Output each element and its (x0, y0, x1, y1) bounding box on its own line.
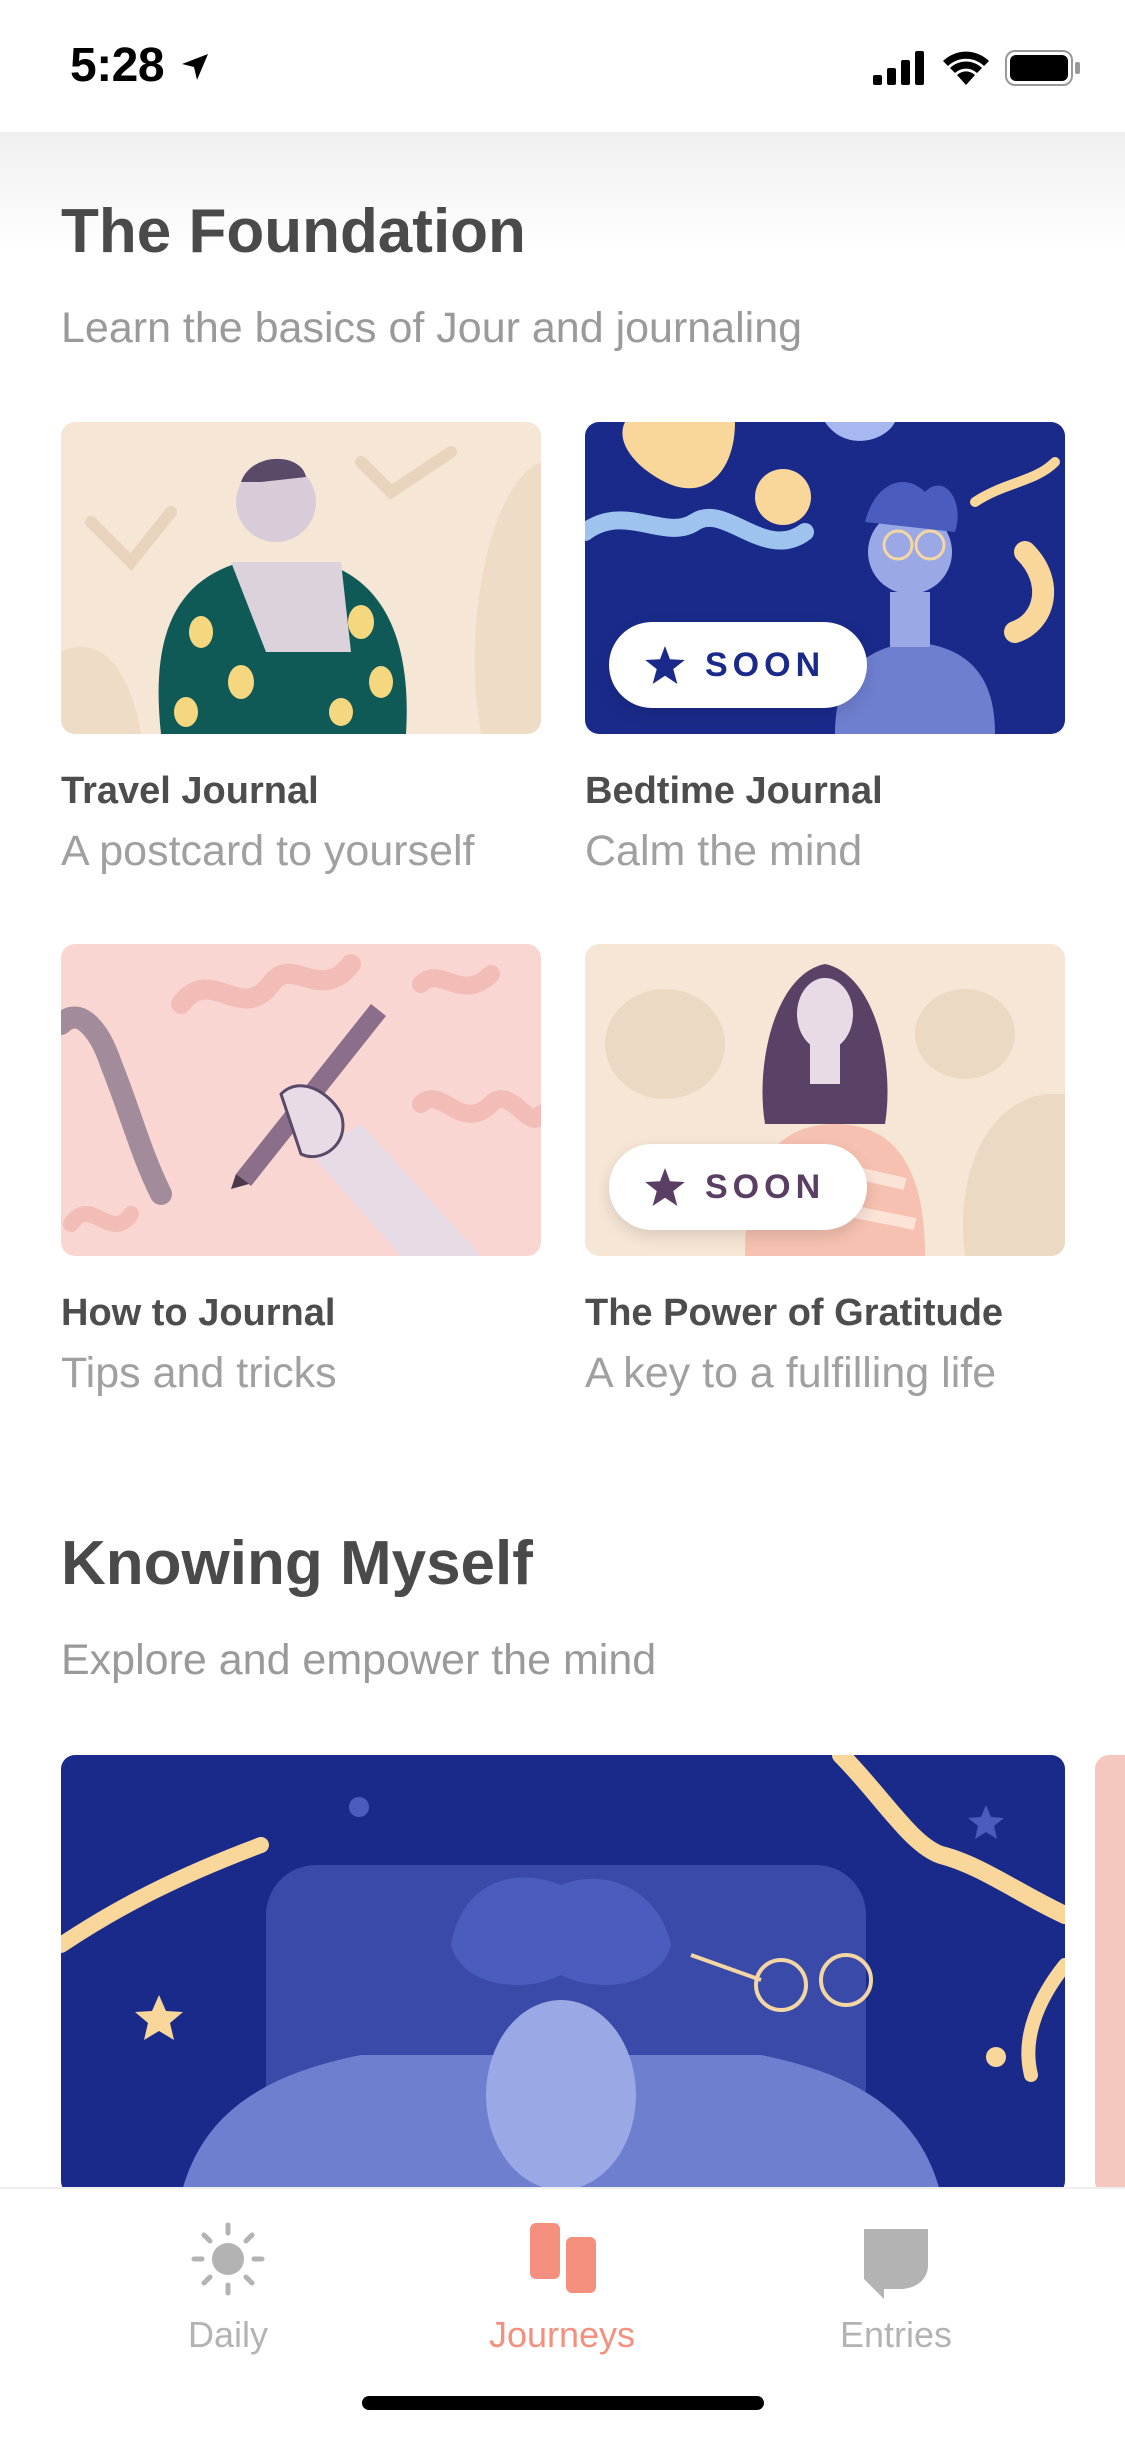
next-journey-card-peek[interactable] (1095, 1755, 1125, 2195)
tab-label: Daily (187, 2314, 268, 2355)
section-title-knowing-myself: Knowing Myself (61, 1529, 533, 1598)
journeys-icon (530, 2223, 596, 2293)
journey-card-gratitude[interactable]: SOON The Power of Gratitude A key to a f… (585, 944, 1065, 1398)
soon-badge: SOON (609, 1144, 868, 1230)
journey-card-knowing-myself[interactable] (61, 1755, 1065, 2195)
card-subtitle: A postcard to yourself (61, 827, 475, 875)
section-subtitle-knowing-myself: Explore and empower the mind (61, 1636, 657, 1684)
tab-label: Journeys (488, 2314, 636, 2355)
status-bar: 5:28 (0, 0, 1125, 132)
section-subtitle-foundation: Learn the basics of Jour and journaling (61, 304, 803, 352)
sun-icon (191, 2222, 265, 2296)
soon-badge: SOON (609, 622, 868, 708)
bedtime-journal-illustration: SOON (585, 422, 1065, 734)
journey-card-how-to[interactable]: How to Journal Tips and tricks (61, 944, 541, 1398)
card-title: How to Journal (61, 1292, 336, 1334)
card-title: Bedtime Journal (585, 770, 883, 812)
card-subtitle: Tips and tricks (61, 1349, 337, 1397)
how-to-journal-illustration (61, 944, 541, 1256)
battery-icon (1005, 50, 1080, 86)
tab-label: Entries (839, 2314, 953, 2355)
section-title-foundation: The Foundation (61, 197, 526, 266)
wifi-icon (943, 51, 989, 85)
star-icon (645, 1168, 685, 1206)
soon-label: SOON (705, 645, 826, 684)
card-title: The Power of Gratitude (585, 1292, 1004, 1334)
card-subtitle: Calm the mind (585, 827, 863, 875)
home-indicator[interactable] (362, 2396, 764, 2410)
journey-card-travel[interactable]: Travel Journal A postcard to yourself (61, 422, 541, 876)
gratitude-illustration: SOON (585, 944, 1065, 1256)
travel-journal-illustration (61, 422, 541, 734)
status-time: 5:28 (70, 39, 165, 92)
knowing-myself-illustration (61, 1755, 1065, 2195)
card-subtitle: A key to a fulfilling life (585, 1349, 997, 1397)
card-title: Travel Journal (61, 770, 319, 812)
tab-journeys[interactable]: Journeys (452, 2219, 672, 2356)
tab-entries[interactable]: Entries (786, 2219, 1006, 2356)
star-icon (645, 646, 685, 684)
speech-bubble-icon (864, 2229, 928, 2299)
tab-daily[interactable]: Daily (118, 2219, 338, 2356)
soon-label: SOON (705, 1167, 826, 1206)
journey-card-bedtime[interactable]: SOON Bedtime Journal Calm the mind (585, 422, 1065, 876)
cellular-signal-icon (873, 51, 924, 85)
location-arrow-icon (182, 54, 208, 80)
status-icons (873, 50, 1081, 86)
